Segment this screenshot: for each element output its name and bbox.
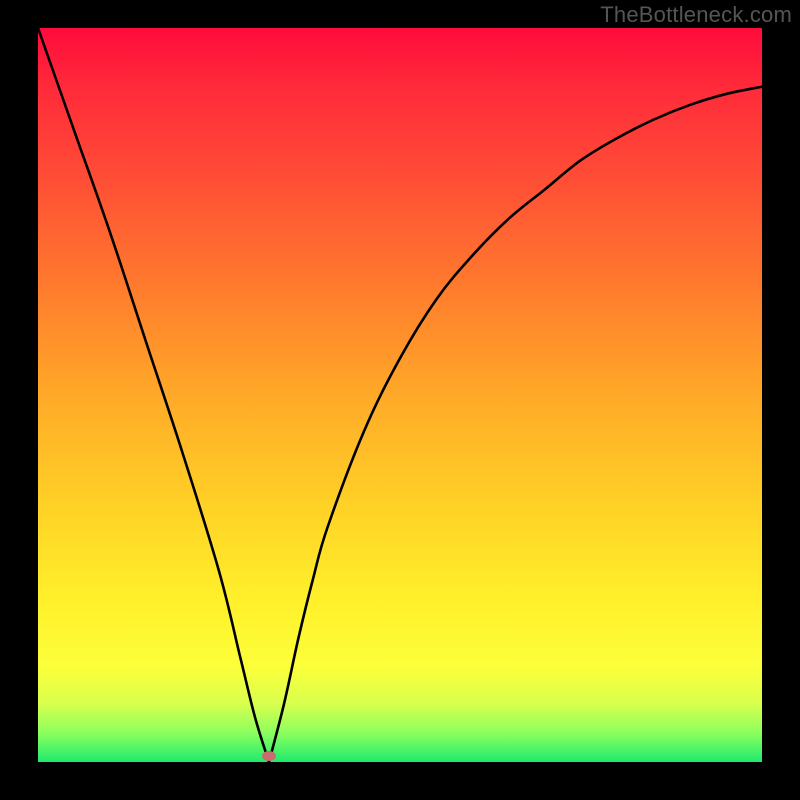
optimal-point-dot bbox=[262, 751, 276, 761]
chart-container: TheBottleneck.com bbox=[0, 0, 800, 800]
watermark-text: TheBottleneck.com bbox=[600, 2, 792, 28]
plot-area bbox=[38, 28, 762, 762]
bottleneck-curve bbox=[38, 28, 762, 762]
